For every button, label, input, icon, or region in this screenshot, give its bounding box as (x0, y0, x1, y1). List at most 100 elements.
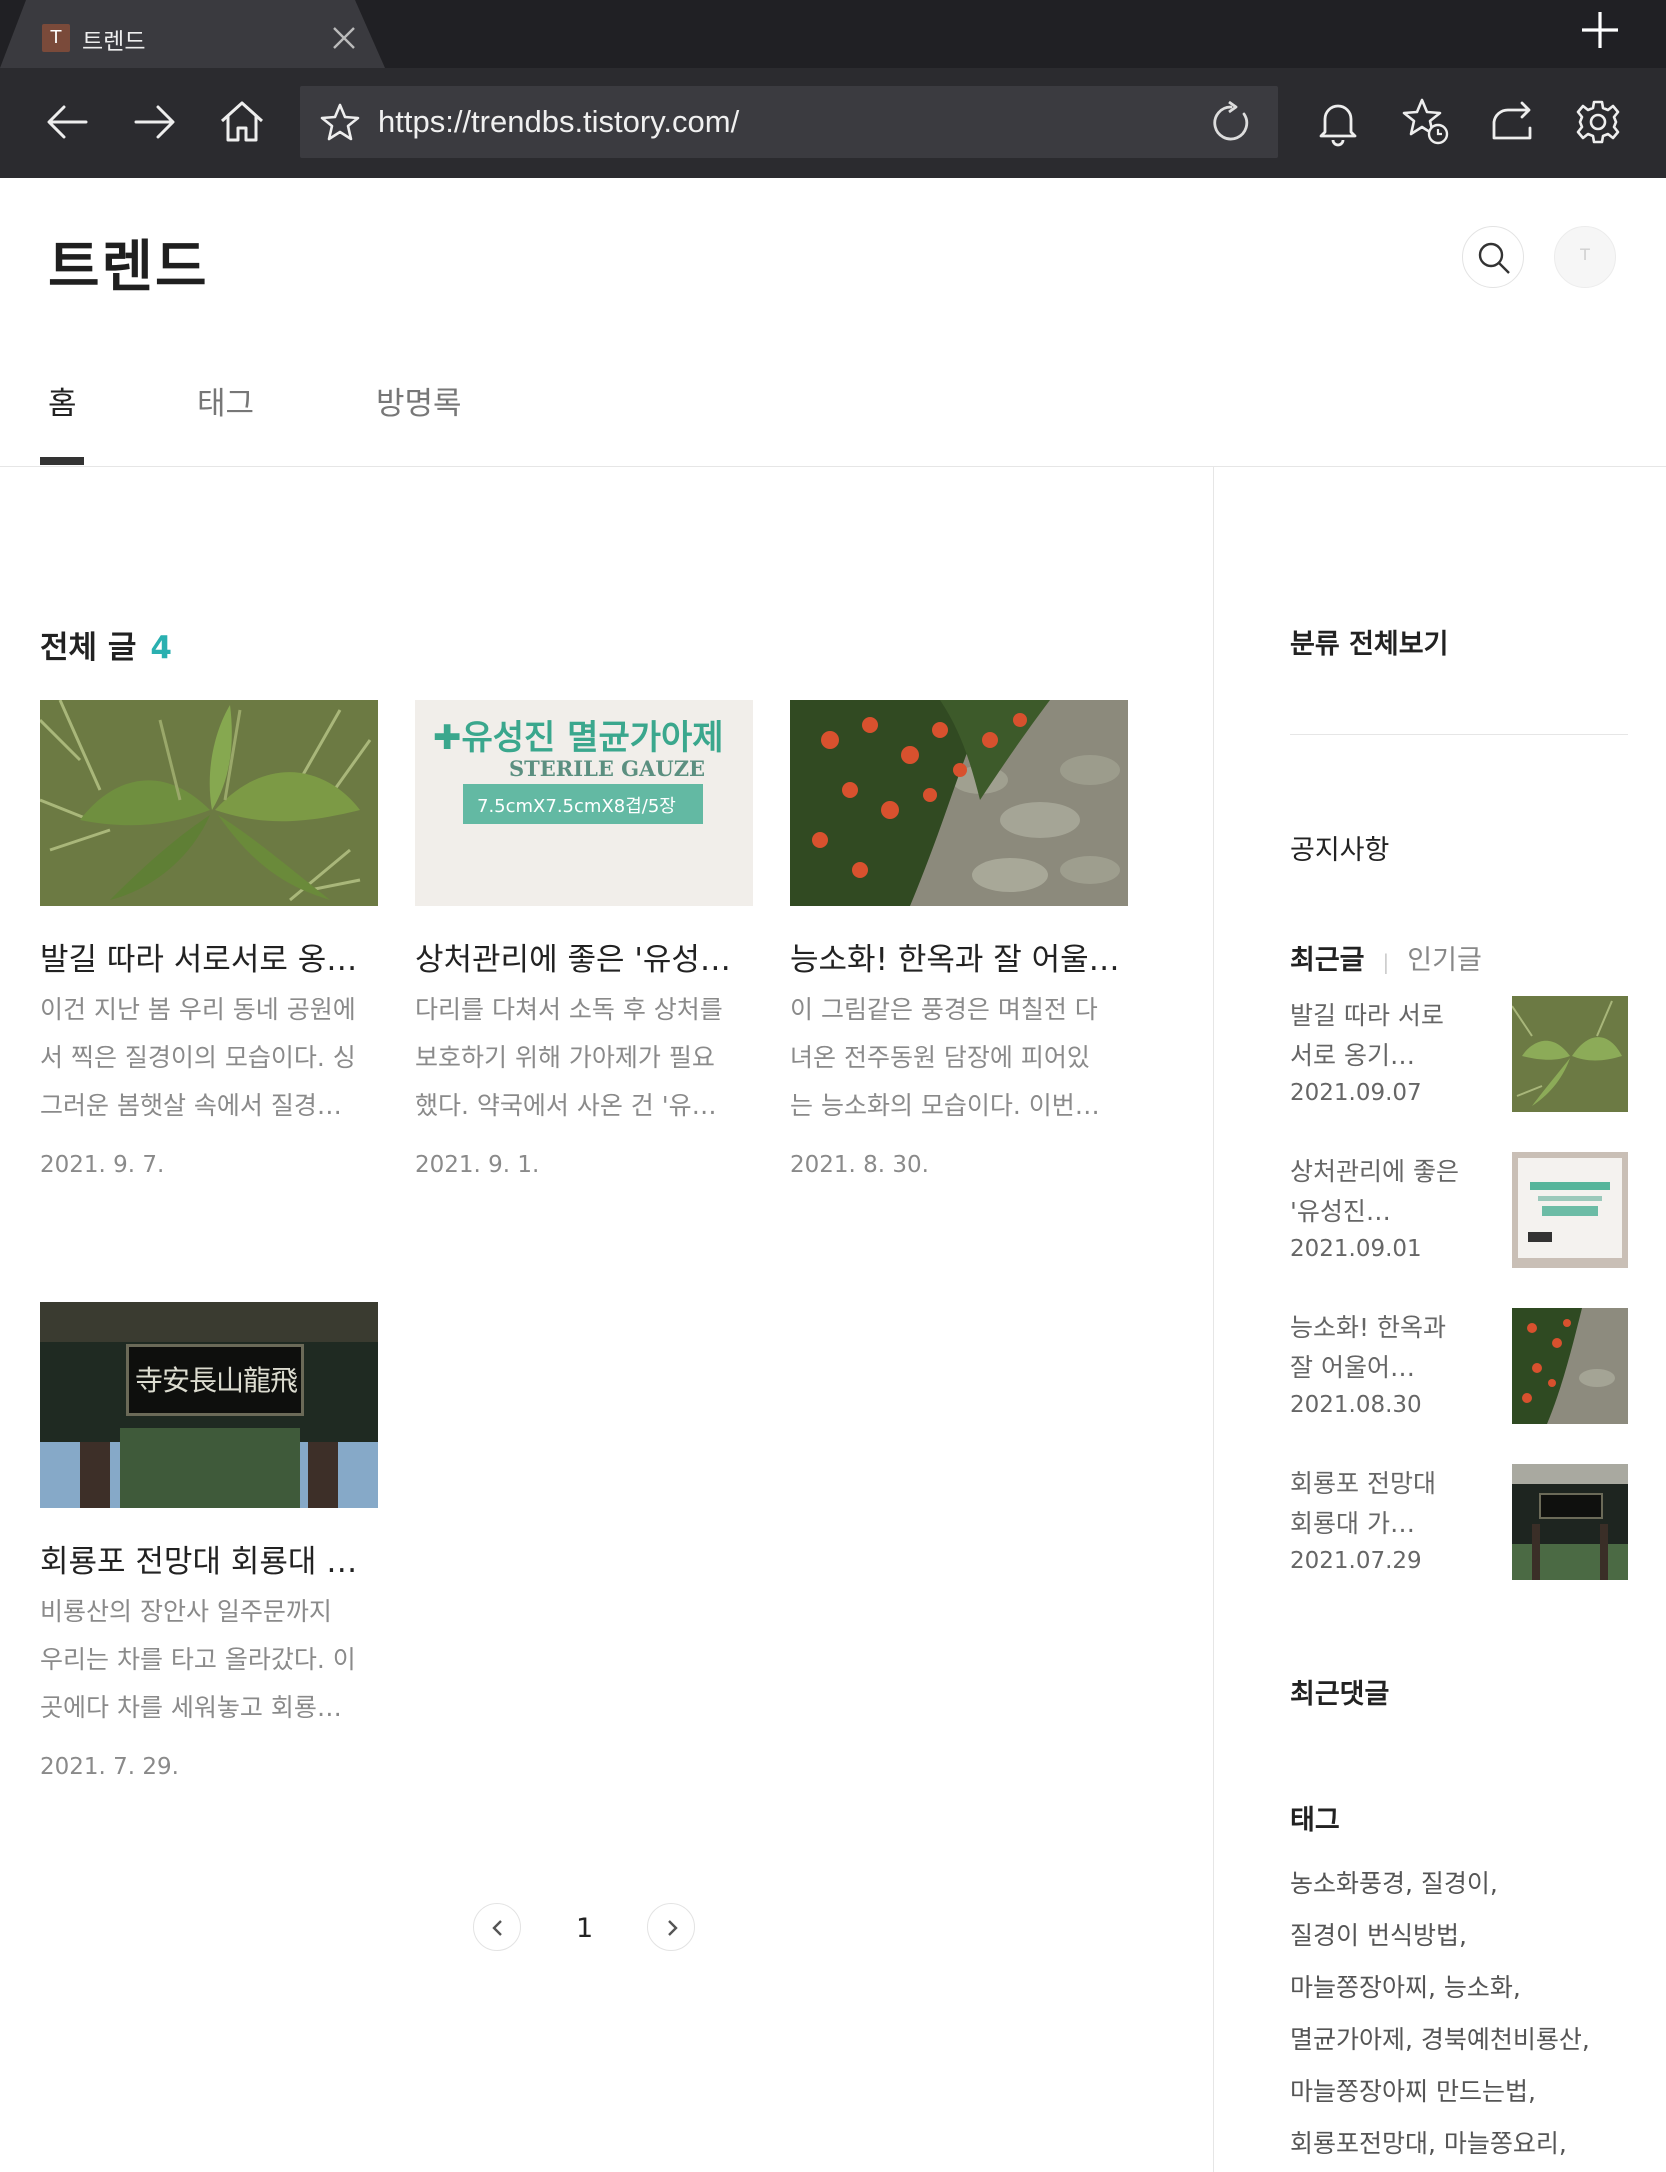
address-bar[interactable]: https://trendbs.tistory.com/ (300, 86, 1278, 158)
favorite-star-icon[interactable] (318, 100, 362, 144)
gauze-subtitle: STERILE GAUZE (509, 756, 706, 781)
tag-line[interactable]: 농소화풍경, 질경이, (1290, 1858, 1650, 1910)
post-date: 2021. 9. 1. (415, 1152, 540, 1178)
trees (120, 1428, 300, 1508)
browser-chrome: T 트렌드 https://trendbs.tistory.com/ (0, 0, 1666, 178)
close-icon[interactable] (326, 20, 362, 56)
post-title[interactable]: 회룡포 전망대 회룡대 가는길 (40, 1536, 378, 1581)
new-tab-plus-icon[interactable] (1576, 6, 1624, 54)
summary-line: 곳에다 차를 세워놓고 회룡… (40, 1693, 342, 1722)
post-date: 2021. 9. 7. (40, 1152, 165, 1178)
category-divider (1290, 734, 1628, 735)
tag-line[interactable]: 멸균가아제, 경북예천비룡산, (1290, 2014, 1650, 2066)
recent-post-item[interactable]: 능소화! 한옥과 잘 어울어… 2021.08.30 (1290, 1308, 1628, 1426)
tab-popular-posts[interactable]: 인기글 (1407, 945, 1482, 976)
post-count: 4 (150, 630, 172, 666)
forward-arrow-icon[interactable] (126, 94, 182, 150)
summary-line: 서 찍은 질경이의 모습이다. 싱 (40, 1043, 356, 1072)
tag-line[interactable]: 마늘쫑장아찌 만드는법, (1290, 2066, 1650, 2118)
favicon-icon: T (42, 24, 70, 52)
summary-line: 우리는 차를 타고 올라갔다. 이 (40, 1645, 356, 1674)
chevron-left-icon (492, 1920, 502, 1936)
recent-post-date: 2021.09.01 (1290, 1236, 1422, 1262)
gauze-title: ✚유성진 멸균가아제 (433, 718, 724, 758)
temple-sign-text: 寺安長山龍飛 (135, 1364, 298, 1397)
recent-post-date: 2021.08.30 (1290, 1392, 1422, 1418)
tistory-t-icon: T (1580, 245, 1590, 264)
post-summary[interactable]: 이건 지난 봄 우리 동네 공원에 서 찍은 질경이의 모습이다. 싱 그러운 … (40, 986, 378, 1130)
post-thumbnail-temple-gate[interactable]: 寺安長山龍飛 (40, 1302, 378, 1508)
recent-post-item[interactable]: 발길 따라 서로서로 옹기… 2021.09.07 (1290, 996, 1628, 1114)
tags-heading: 태그 (1290, 1805, 1340, 1836)
blog-title[interactable]: 트렌드 (48, 222, 209, 303)
temple-signboard: 寺安長山龍飛 (126, 1344, 304, 1416)
user-profile-button[interactable]: T (1554, 226, 1616, 288)
post-summary[interactable]: 이 그림같은 풍경은 며칠전 다 녀온 전주동원 담장에 피어있 는 능소화의 … (790, 986, 1128, 1130)
recent-post-title[interactable]: 회룡포 전망대 회룡대 가… (1290, 1464, 1460, 1544)
menu-home[interactable]: 홈 (48, 378, 77, 423)
prev-page-button[interactable] (473, 1903, 521, 1951)
share-icon[interactable] (1484, 94, 1540, 150)
recent-post-date: 2021.09.07 (1290, 1080, 1422, 1106)
post-summary[interactable]: 다리를 다쳐서 소독 후 상처를 보호하기 위해 가아제가 필요 했다. 약국에… (415, 986, 753, 1130)
summary-line: 했다. 약국에서 사온 건 '유… (415, 1091, 717, 1120)
tag-line[interactable]: 질경이 번식방법, (1290, 1910, 1650, 1962)
next-page-button[interactable] (647, 1903, 695, 1951)
header-divider (0, 466, 1666, 467)
menu-tags[interactable]: 태그 (197, 378, 254, 423)
summary-line: 보호하기 위해 가아제가 필요 (415, 1043, 715, 1072)
chevron-right-icon (668, 1920, 678, 1936)
url-text[interactable]: https://trendbs.tistory.com/ (378, 104, 739, 140)
gauze-size-banner: 7.5cmX7.5cmX8겹/5장 (463, 784, 703, 824)
post-thumbnail-plantain[interactable] (40, 700, 378, 906)
search-button[interactable] (1462, 226, 1524, 288)
tag-cloud: 농소화풍경, 질경이, 질경이 번식방법, 마늘쫑장아찌, 능소화, 멸균가아제… (1290, 1858, 1650, 2170)
recent-post-title[interactable]: 능소화! 한옥과 잘 어울어… (1290, 1308, 1460, 1388)
post-summary[interactable]: 비룡산의 장안사 일주문까지 우리는 차를 타고 올라갔다. 이 곳에다 차를 … (40, 1588, 378, 1732)
post-thumbnail-trumpet-flowers[interactable] (790, 700, 1128, 906)
recent-post-item[interactable]: 회룡포 전망대 회룡대 가… 2021.07.29 (1290, 1464, 1628, 1582)
gate-pillar (80, 1442, 110, 1508)
favorites-history-icon[interactable] (1398, 94, 1454, 150)
summary-line: 녀온 전주동원 담장에 피어있 (790, 1043, 1090, 1072)
summary-line: 이 그림같은 풍경은 며칠전 다 (790, 995, 1098, 1024)
recent-post-thumbnail[interactable] (1512, 1152, 1628, 1268)
tab-recent-posts[interactable]: 최근글 (1290, 945, 1365, 976)
recent-comments-heading: 최근댓글 (1290, 1679, 1390, 1710)
browser-tab[interactable]: T 트렌드 (0, 0, 385, 68)
recent-post-thumbnail[interactable] (1512, 996, 1628, 1112)
settings-gear-icon[interactable] (1570, 94, 1626, 150)
post-title[interactable]: 능소화! 한옥과 잘 어울어진 풍경 (790, 934, 1128, 979)
back-arrow-icon[interactable] (40, 94, 96, 150)
summary-line: 비룡산의 장안사 일주문까지 (40, 1597, 332, 1626)
menu-guestbook[interactable]: 방명록 (376, 378, 462, 423)
post-date: 2021. 8. 30. (790, 1152, 929, 1178)
tab-separator: | (1382, 950, 1390, 974)
all-posts-heading: 전체 글 4 (40, 622, 172, 667)
category-all-link[interactable]: 분류 전체보기 (1290, 622, 1448, 661)
tab-title: 트렌드 (82, 29, 146, 55)
reload-icon[interactable] (1208, 100, 1254, 146)
recent-post-thumbnail[interactable] (1512, 1308, 1628, 1424)
summary-line: 그러운 봄햇살 속에서 질경… (40, 1091, 342, 1120)
search-icon (1478, 242, 1510, 274)
post-thumbnail-gauze[interactable]: ✚유성진 멸균가아제 STERILE GAUZE 7.5cmX7.5cmX8겹/… (415, 700, 753, 906)
post-title[interactable]: 발길 따라 서로서로 옹기종기 모여 사는 질경이 (40, 934, 378, 979)
notification-bell-icon[interactable] (1310, 94, 1366, 150)
recent-post-title[interactable]: 상처관리에 좋은 '유성진… (1290, 1152, 1460, 1232)
tag-line[interactable]: 회룡포전망대, 마늘쫑요리, (1290, 2118, 1650, 2170)
page-number-current[interactable]: 1 (576, 1913, 593, 1944)
post-title[interactable]: 상처관리에 좋은 '유성진 멸균가아제' (415, 934, 753, 979)
recent-post-title[interactable]: 발길 따라 서로서로 옹기… (1290, 996, 1460, 1076)
recent-post-item[interactable]: 상처관리에 좋은 '유성진… 2021.09.01 (1290, 1152, 1628, 1270)
tab-strip: T 트렌드 (0, 0, 1666, 68)
recent-post-thumbnail[interactable] (1512, 1464, 1628, 1580)
recent-post-date: 2021.07.29 (1290, 1548, 1422, 1574)
post-date: 2021. 7. 29. (40, 1754, 179, 1780)
summary-line: 이건 지난 봄 우리 동네 공원에 (40, 995, 356, 1024)
summary-line: 는 능소화의 모습이다. 이번… (790, 1091, 1100, 1120)
tag-line[interactable]: 마늘쫑장아찌, 능소화, (1290, 1962, 1650, 2014)
gate-pillar (308, 1442, 338, 1508)
sidebar-divider (1213, 467, 1214, 2172)
home-icon[interactable] (214, 94, 270, 150)
